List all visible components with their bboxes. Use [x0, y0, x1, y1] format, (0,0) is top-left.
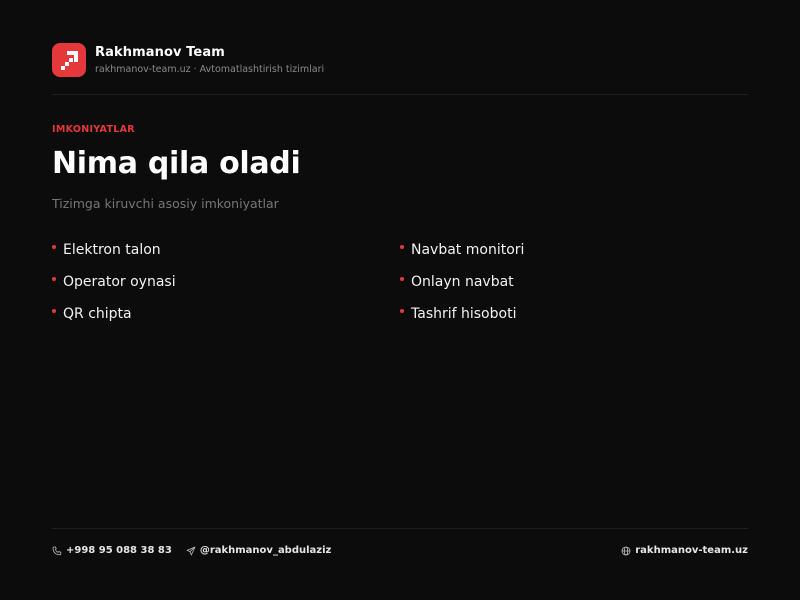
phone-number: +998 95 088 38 83	[66, 545, 172, 556]
feature-label: Onlayn navbat	[411, 274, 514, 290]
footer-contacts: +998 95 088 38 83 @rakhmanov_abdulaziz	[52, 545, 331, 556]
bullet-dot-icon	[52, 309, 56, 313]
bullet-dot-icon	[52, 245, 56, 249]
footer: +998 95 088 38 83 @rakhmanov_abdulaziz r…	[52, 528, 748, 572]
feature-label: Tashrif hisoboti	[411, 306, 517, 322]
bullet-dot-icon	[400, 245, 404, 249]
feature-item: Operator oynasi	[52, 272, 400, 292]
brand-name: Rakhmanov Team	[95, 45, 225, 60]
feature-label: QR chipta	[63, 306, 132, 322]
website-url: rakhmanov-team.uz	[635, 545, 748, 556]
feature-item: Onlayn navbat	[400, 272, 612, 292]
telegram-handle: @rakhmanov_abdulaziz	[199, 545, 332, 556]
phone-icon	[52, 546, 62, 555]
feature-label: Operator oynasi	[63, 274, 176, 290]
telegram-contact[interactable]: @rakhmanov_abdulaziz	[186, 545, 332, 556]
feature-item: Tashrif hisoboti	[400, 304, 612, 324]
phone-contact[interactable]: +998 95 088 38 83	[52, 545, 172, 556]
pixel-arrow-logo-icon	[52, 43, 86, 77]
brand-subtitle: rakhmanov-team.uz · Avtomatlashtirish ti…	[95, 64, 325, 75]
telegram-icon	[186, 546, 196, 555]
feature-item: Elektron talon	[52, 240, 400, 260]
footer-website: rakhmanov-team.uz	[621, 545, 748, 556]
bullet-dot-icon	[400, 277, 404, 281]
bullet-dot-icon	[52, 277, 56, 281]
feature-list: Elektron talon Navbat monitori Operator …	[52, 240, 612, 324]
page-title: Nima qila oladi	[52, 146, 301, 181]
header: Rakhmanov Team rakhmanov-team.uz · Avtom…	[52, 43, 748, 95]
globe-icon	[621, 546, 631, 555]
website-link[interactable]: rakhmanov-team.uz	[621, 545, 748, 556]
feature-item: QR chipta	[52, 304, 400, 324]
feature-label: Elektron talon	[63, 242, 161, 258]
feature-label: Navbat monitori	[411, 242, 525, 258]
bullet-dot-icon	[400, 309, 404, 313]
brand: Rakhmanov Team rakhmanov-team.uz · Avtom…	[95, 45, 324, 75]
section-eyebrow: IMKONIYATLAR	[52, 124, 135, 135]
feature-item: Navbat monitori	[400, 240, 612, 260]
page-subtitle: Tizimga kiruvchi asosiy imkoniyatlar	[52, 196, 279, 211]
